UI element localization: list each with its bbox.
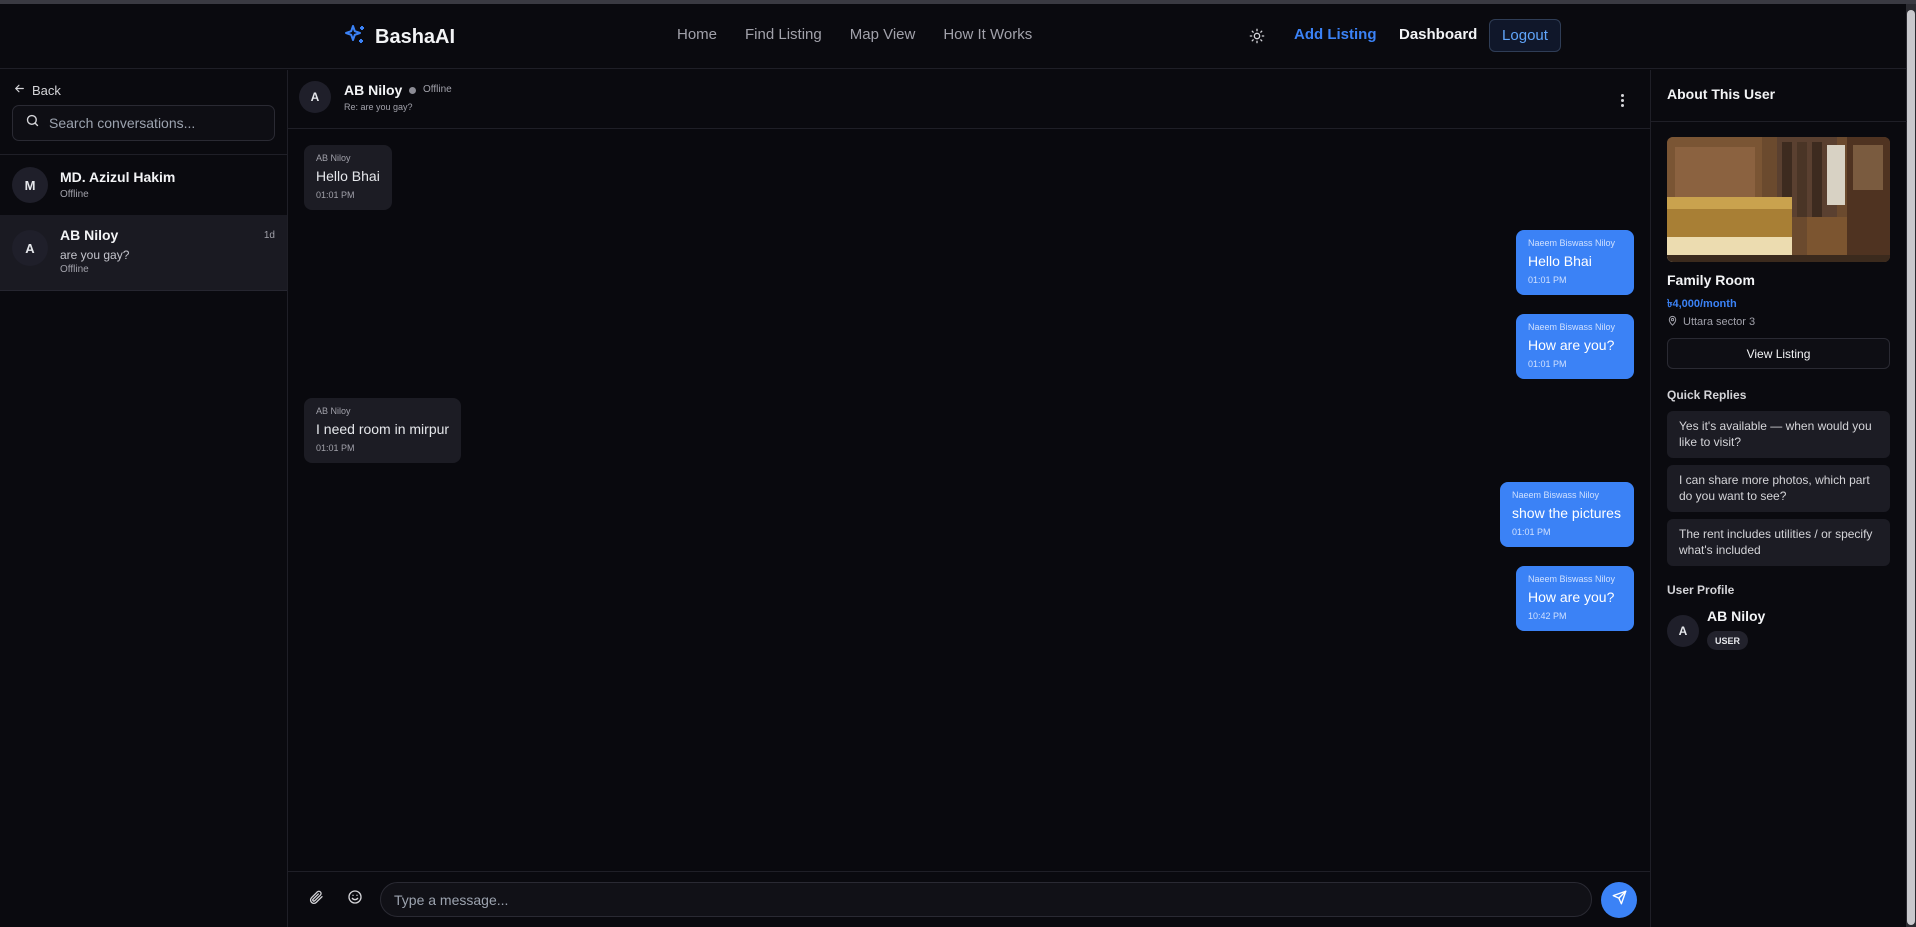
quick-reply-option[interactable]: I can share more photos, which part do y… — [1667, 465, 1890, 512]
sidebar-divider — [0, 154, 287, 155]
message-text: I need room in mirpur — [316, 421, 450, 437]
avatar: M — [12, 167, 48, 203]
chat-contact-name: AB Niloy — [344, 82, 403, 98]
chat-subject: Re: are you gay? — [344, 102, 413, 112]
message-sender: Naeem Biswass Niloy — [1512, 490, 1600, 500]
message-time: 01:01 PM — [1528, 275, 1567, 285]
chat-panel: A AB Niloy Offline Re: are you gay? AB N… — [288, 70, 1650, 927]
message-bubble-outgoing: Naeem Biswass Niloy show the pictures 01… — [1500, 482, 1634, 547]
conversation-last-message: are you gay? — [60, 248, 130, 262]
message-bubble-outgoing: Naeem Biswass Niloy How are you? 10:42 P… — [1516, 566, 1634, 631]
message-text: How are you? — [1528, 337, 1615, 353]
logout-button[interactable]: Logout — [1489, 19, 1561, 52]
listing-image[interactable] — [1667, 137, 1890, 262]
paperclip-icon — [308, 889, 324, 910]
message-composer — [288, 871, 1650, 927]
message-text: Hello Bhai — [316, 168, 380, 184]
back-button[interactable]: Back — [13, 82, 61, 98]
message-bubble-incoming: AB Niloy I need room in mirpur 01:01 PM — [304, 398, 462, 463]
message-time: 01:01 PM — [316, 190, 355, 200]
search-box — [12, 105, 275, 141]
message-time: 01:01 PM — [316, 443, 355, 453]
top-navbar: BashaAI Home Find Listing Map View How I… — [0, 4, 1906, 69]
message-text: How are you? — [1528, 589, 1615, 605]
page-scrollbar-thumb[interactable] — [1907, 10, 1915, 925]
send-icon — [1612, 890, 1627, 910]
send-button[interactable] — [1601, 882, 1637, 918]
panel-title: About This User — [1667, 86, 1776, 102]
message-sender: AB Niloy — [316, 406, 351, 416]
search-conversations-input[interactable] — [49, 115, 269, 131]
brand-logo[interactable]: BashaAI — [343, 23, 455, 52]
smile-icon — [347, 889, 363, 910]
user-profile-name: AB Niloy — [1707, 608, 1766, 624]
message-sender: Naeem Biswass Niloy — [1528, 322, 1616, 332]
listing-location: Uttara sector 3 — [1667, 315, 1755, 329]
nav-find-listing[interactable]: Find Listing — [745, 26, 822, 43]
listing-price: ৳4,000/month — [1667, 298, 1737, 310]
brand-name: BashaAI — [375, 26, 456, 48]
conversation-status: Offline — [60, 189, 89, 200]
add-listing-link[interactable]: Add Listing — [1294, 26, 1377, 43]
user-info-panel: About This User Family Room ৳4,000/month… — [1650, 70, 1907, 927]
dashboard-link[interactable]: Dashboard — [1399, 26, 1477, 43]
quick-reply-option[interactable]: The rent includes utilities / or specify… — [1667, 519, 1890, 566]
user-profile-title: User Profile — [1667, 583, 1735, 597]
panel-divider — [1651, 121, 1907, 122]
quick-replies-title: Quick Replies — [1667, 388, 1747, 402]
main-nav: Home Find Listing Map View How It Works — [677, 26, 1032, 43]
conversation-name: AB Niloy — [60, 227, 119, 243]
avatar: A — [1667, 615, 1699, 647]
avatar: A — [299, 81, 331, 113]
conversation-item[interactable]: M MD. Azizul Hakim Offline — [0, 156, 287, 214]
message-time: 10:42 PM — [1528, 611, 1567, 621]
search-icon — [25, 113, 40, 133]
back-label: Back — [32, 82, 61, 98]
chat-header: A AB Niloy Offline Re: are you gay? — [288, 70, 1650, 129]
more-options-icon[interactable] — [1614, 90, 1630, 110]
message-bubble-incoming: AB Niloy Hello Bhai 01:01 PM — [304, 145, 392, 210]
message-sender: Naeem Biswass Niloy — [1528, 238, 1616, 248]
nav-map-view[interactable]: Map View — [850, 26, 916, 43]
message-text: Hello Bhai — [1528, 253, 1592, 269]
nav-how-it-works[interactable]: How It Works — [943, 26, 1032, 43]
conversation-item-active[interactable]: A AB Niloy are you gay? Offline 1d — [0, 215, 287, 291]
quick-reply-option[interactable]: Yes it's available — when would you like… — [1667, 411, 1890, 458]
listing-title: Family Room — [1667, 272, 1755, 288]
theme-toggle-button[interactable] — [1247, 28, 1267, 48]
message-bubble-outgoing: Naeem Biswass Niloy Hello Bhai 01:01 PM — [1516, 230, 1634, 295]
message-input[interactable] — [380, 882, 1592, 917]
conversation-status: Offline — [60, 264, 89, 275]
chat-contact-status: Offline — [423, 84, 452, 95]
message-text: show the pictures — [1512, 505, 1621, 521]
nav-home[interactable]: Home — [677, 26, 717, 43]
conversation-name: MD. Azizul Hakim — [60, 169, 176, 185]
emoji-button[interactable] — [344, 888, 366, 910]
avatar: A — [12, 230, 48, 266]
view-listing-button[interactable]: View Listing — [1667, 338, 1890, 369]
message-time: 01:01 PM — [1512, 527, 1551, 537]
conversations-sidebar: Back M MD. Azizul Hakim Offline A AB Nil… — [0, 70, 288, 927]
map-pin-icon — [1667, 315, 1678, 329]
user-role-badge: USER — [1707, 631, 1749, 650]
listing-location-text: Uttara sector 3 — [1683, 316, 1756, 328]
page-scrollbar[interactable] — [1906, 4, 1916, 927]
sun-icon — [1249, 28, 1265, 49]
message-bubble-outgoing: Naeem Biswass Niloy How are you? 01:01 P… — [1516, 314, 1634, 379]
presence-dot — [409, 87, 416, 94]
sparkles-icon — [343, 23, 367, 52]
attach-button[interactable] — [305, 888, 327, 910]
message-sender: AB Niloy — [316, 153, 351, 163]
message-sender: Naeem Biswass Niloy — [1528, 574, 1616, 584]
conversation-time: 1d — [263, 230, 275, 241]
message-time: 01:01 PM — [1528, 359, 1567, 369]
arrow-left-icon — [13, 82, 26, 98]
